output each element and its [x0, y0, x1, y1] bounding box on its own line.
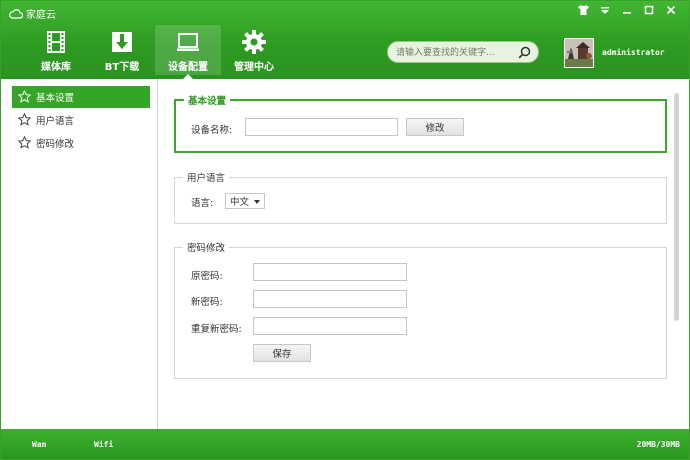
wan-status: Wan: [32, 440, 47, 449]
minimize-icon[interactable]: [621, 5, 633, 17]
new-password-field[interactable]: [253, 290, 407, 308]
sidebar-item-basic-settings[interactable]: 基本设置: [12, 86, 150, 108]
menu-icon[interactable]: [599, 5, 611, 17]
nav-item-admin-center[interactable]: 管理中心: [221, 25, 287, 75]
film-icon: [47, 31, 65, 53]
content-area: 基本设置 设备名称: 修改 用户语言 语言: 中文 密码修改 原密码: 新密码:…: [159, 79, 689, 429]
modify-button[interactable]: 修改: [406, 118, 464, 136]
sidebar-item-password-change[interactable]: 密码修改: [12, 132, 150, 154]
sidebar: 基本设置 用户语言 密码修改: [1, 79, 158, 429]
password-change-group: 密码修改: [174, 240, 667, 379]
password-change-legend: 密码修改: [187, 243, 226, 254]
search-input[interactable]: [396, 45, 514, 60]
user-language-legend: 用户语言: [187, 173, 226, 184]
monitor-icon: [177, 33, 199, 51]
repeat-password-label: 重复新密码:: [191, 324, 242, 335]
sidebar-item-user-language[interactable]: 用户语言: [12, 109, 150, 131]
nav-label: BT下载: [104, 62, 140, 73]
content-scrollbar[interactable]: [674, 93, 679, 321]
avatar[interactable]: [564, 38, 594, 68]
shirt-icon[interactable]: [577, 5, 589, 17]
app-title: 家庭云: [9, 6, 56, 21]
app-title-text: 家庭云: [26, 9, 56, 21]
sidebar-item-label: 基本设置: [36, 93, 75, 104]
new-password-label: 新密码:: [191, 297, 223, 308]
window-controls: [577, 5, 677, 17]
cloud-icon: [9, 8, 23, 19]
header-bar: 家庭云 媒体库 BT下载 设备配置 管理中心 请输入要查找的关键字... adm…: [1, 1, 689, 79]
username: administrator: [602, 48, 665, 57]
status-bar: Wan Wifi 20MB/30MB: [1, 429, 689, 459]
star-icon: [18, 90, 31, 103]
language-select[interactable]: 中文: [225, 193, 265, 209]
nav-label: 管理中心: [234, 62, 274, 73]
gear-icon: [242, 30, 266, 54]
star-icon: [18, 136, 31, 149]
chevron-down-icon: [254, 200, 260, 204]
sidebar-item-label: 密码修改: [36, 139, 75, 150]
language-select-value: 中文: [230, 197, 250, 208]
old-password-field[interactable]: [253, 263, 407, 281]
sidebar-item-label: 用户语言: [36, 116, 75, 127]
nav-item-device-config[interactable]: 设备配置: [155, 25, 221, 79]
basic-settings-legend: 基本设置: [188, 96, 227, 107]
wifi-status: Wifi: [94, 440, 114, 449]
nav-item-media[interactable]: 媒体库: [23, 25, 89, 75]
storage-usage: 20MB/30MB: [636, 440, 680, 449]
device-name-input[interactable]: [245, 118, 398, 136]
download-icon: [112, 32, 132, 52]
close-icon[interactable]: [665, 5, 677, 17]
main-nav: 媒体库 BT下载 设备配置 管理中心: [23, 25, 287, 79]
search-box: [387, 41, 539, 63]
app-window: 家庭云 媒体库 BT下载 设备配置 管理中心 请输入要查找的关键字... adm…: [0, 0, 690, 460]
star-icon: [18, 113, 31, 126]
repeat-password-field[interactable]: [253, 317, 407, 335]
save-button[interactable]: 保存: [253, 344, 311, 362]
device-name-label: 设备名称:: [191, 125, 233, 136]
language-label: 语言:: [191, 198, 214, 209]
nav-label: 设备配置: [168, 62, 208, 73]
maximize-icon[interactable]: [643, 5, 655, 17]
nav-label: 媒体库: [41, 62, 71, 73]
nav-item-bt-download[interactable]: BT下载: [89, 25, 155, 75]
old-password-label: 原密码:: [191, 271, 223, 282]
search-icon[interactable]: [518, 46, 531, 59]
